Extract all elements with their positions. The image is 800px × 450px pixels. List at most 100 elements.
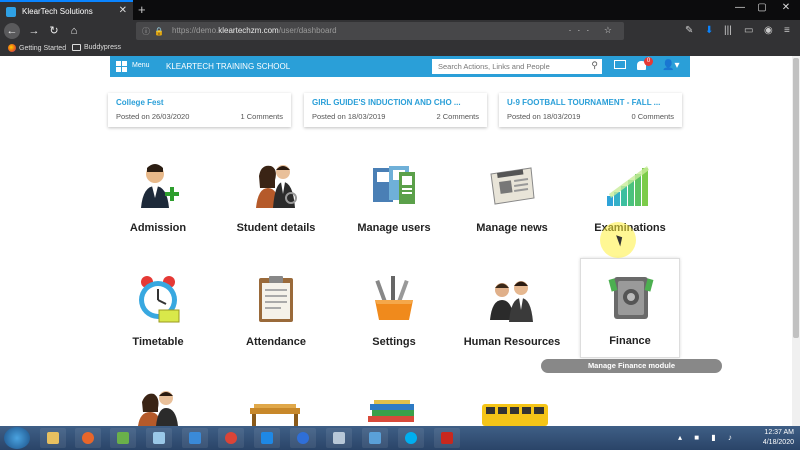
start-button[interactable] [4, 427, 30, 449]
close-tab-icon[interactable]: ✕ [119, 5, 127, 16]
firefox-icon [82, 432, 94, 444]
taskbar-filezilla[interactable] [434, 428, 460, 448]
timetable-icon [139, 276, 180, 323]
taskbar-explorer[interactable] [40, 428, 66, 448]
reload-button[interactable]: ↻ [46, 23, 62, 39]
clock-time: 12:37 AM [764, 429, 794, 436]
module-manage-news[interactable]: Manage news [462, 160, 562, 256]
module-label: Manage news [476, 222, 548, 234]
windows-taskbar: ▴ ■ ▮ ♪ 12:37 AM 4/18/2020 [0, 426, 800, 450]
post-card[interactable]: U-9 FOOTBALL TOURNAMENT - FALL ... Poste… [499, 93, 682, 127]
library-books-icon [368, 400, 414, 422]
taskbar-clock[interactable]: 12:37 AM 4/18/2020 [763, 428, 794, 448]
post-card[interactable]: College Fest Posted on 26/03/2020 1 Comm… [108, 93, 291, 127]
browser-tab[interactable]: KlearTech Solutions ✕ [0, 0, 133, 20]
search-input[interactable]: Search Actions, Links and People ⚲ [432, 59, 602, 74]
site-info-icon[interactable]: ⓘ🔒 [142, 26, 168, 37]
folder-icon [47, 432, 59, 444]
forward-button[interactable]: → [26, 23, 42, 39]
extension-icon[interactable]: ◉ [764, 25, 773, 36]
user-menu-icon[interactable]: 👤▾ [662, 60, 679, 71]
manage-news-icon [490, 167, 535, 205]
search-icon[interactable]: ⚲ [591, 60, 598, 71]
firefox-icon [8, 44, 16, 52]
post-date: Posted on 26/03/2020 [116, 112, 190, 121]
new-tab-button[interactable]: + [138, 2, 146, 17]
module-attendance[interactable]: Attendance [226, 274, 326, 370]
module-human-resources[interactable]: Human Resources [462, 274, 562, 370]
post-date: Posted on 18/03/2019 [312, 112, 386, 121]
page-actions-icon[interactable]: ··· ☆ [568, 25, 618, 36]
menu-button[interactable]: Menu [132, 62, 150, 69]
notepad-icon [153, 432, 165, 444]
url-bar[interactable]: ⓘ🔒 https://demo.kleartechzm.com/user/das… [136, 22, 624, 40]
scrollbar-thumb[interactable] [793, 58, 799, 338]
module-student-details[interactable]: Student details [226, 160, 326, 256]
post-card[interactable]: GIRL GUIDE'S INDUCTION AND CHO ... Poste… [304, 93, 487, 127]
post-title[interactable]: College Fest [116, 98, 164, 107]
school-name: KLEARTECH TRAINING SCHOOL [166, 62, 291, 71]
browser-tab-bar: KlearTech Solutions ✕ + — ▢ ✕ [0, 0, 800, 20]
module-manage-users[interactable]: Manage users [344, 160, 444, 256]
module-label: Settings [372, 336, 416, 348]
post-comments[interactable]: 1 Comments [240, 112, 283, 121]
sidebar-icon[interactable]: ▭ [744, 25, 753, 36]
close-window-icon[interactable]: ✕ [776, 2, 796, 13]
bookmarks-bar: Getting Started Buddypress [0, 42, 800, 56]
minimize-icon[interactable]: — [730, 2, 750, 13]
app-menu-icon[interactable]: ≡ [784, 25, 790, 36]
menu-grid-icon[interactable] [116, 61, 127, 72]
examinations-icon [607, 166, 649, 206]
taskbar-chrome[interactable] [218, 428, 244, 448]
bookmark-buddypress[interactable]: Buddypress [72, 44, 121, 51]
library-icon[interactable]: ||| [724, 25, 732, 36]
taskbar-photos[interactable] [362, 428, 388, 448]
system-tray-icons[interactable]: ▴ ■ ▮ ♪ [678, 433, 737, 442]
module-label: Attendance [246, 336, 306, 348]
maximize-icon[interactable]: ▢ [752, 2, 772, 13]
mail-icon[interactable] [614, 60, 626, 69]
human-resources-icon [490, 281, 533, 322]
classroom-icon [250, 404, 300, 426]
module-timetable[interactable]: Timetable [108, 274, 208, 370]
chrome-icon [225, 432, 237, 444]
vscode-icon [261, 432, 273, 444]
admission-icon [141, 164, 179, 208]
browser-nav-bar: ← → ↻ ⌂ ⓘ🔒 https://demo.kleartechzm.com/… [0, 20, 800, 42]
bookmark-getting-started[interactable]: Getting Started [8, 44, 66, 52]
module-label: Admission [129, 222, 187, 234]
site-favicon-icon [6, 7, 16, 17]
taskbar-skype[interactable] [398, 428, 424, 448]
taskbar-notepad[interactable] [146, 428, 172, 448]
module-label: Student details [236, 222, 316, 234]
student-details-icon [256, 165, 297, 208]
taskbar-firefox-dev[interactable] [290, 428, 316, 448]
folder-icon [72, 44, 81, 51]
app-header: Menu KLEARTECH TRAINING SCHOOL Search Ac… [110, 56, 690, 77]
photos-icon [369, 432, 381, 444]
post-title[interactable]: GIRL GUIDE'S INDUCTION AND CHO ... [312, 98, 461, 107]
module-admission[interactable]: Admission [108, 160, 208, 256]
taskbar-firefox[interactable] [75, 428, 101, 448]
taskbar-vscode[interactable] [254, 428, 280, 448]
module-tooltip: Manage Finance module [541, 359, 722, 373]
taskbar-snipping[interactable] [182, 428, 208, 448]
home-button[interactable]: ⌂ [66, 23, 82, 39]
tab-title: KlearTech Solutions [22, 6, 93, 16]
bookmark-label: Buddypress [84, 44, 121, 51]
notification-badge: 0 [644, 57, 653, 66]
page-scrollbar[interactable] [792, 56, 800, 426]
downloads-icon[interactable]: ⬇ [705, 25, 713, 36]
url-text[interactable]: https://demo.kleartechzm.com/user/dashbo… [172, 26, 337, 35]
back-button[interactable]: ← [4, 23, 20, 39]
post-comments[interactable]: 0 Comments [631, 112, 674, 121]
module-finance[interactable]: Finance [580, 258, 680, 358]
module-settings[interactable]: Settings [344, 274, 444, 370]
taskbar-app[interactable] [326, 428, 352, 448]
attendance-icon [259, 276, 293, 322]
tools-icon[interactable]: ✎ [685, 25, 693, 36]
post-comments[interactable]: 2 Comments [436, 112, 479, 121]
post-title[interactable]: U-9 FOOTBALL TOURNAMENT - FALL ... [507, 98, 660, 107]
taskbar-puzzle-app[interactable] [110, 428, 136, 448]
puzzle-icon [117, 432, 129, 444]
